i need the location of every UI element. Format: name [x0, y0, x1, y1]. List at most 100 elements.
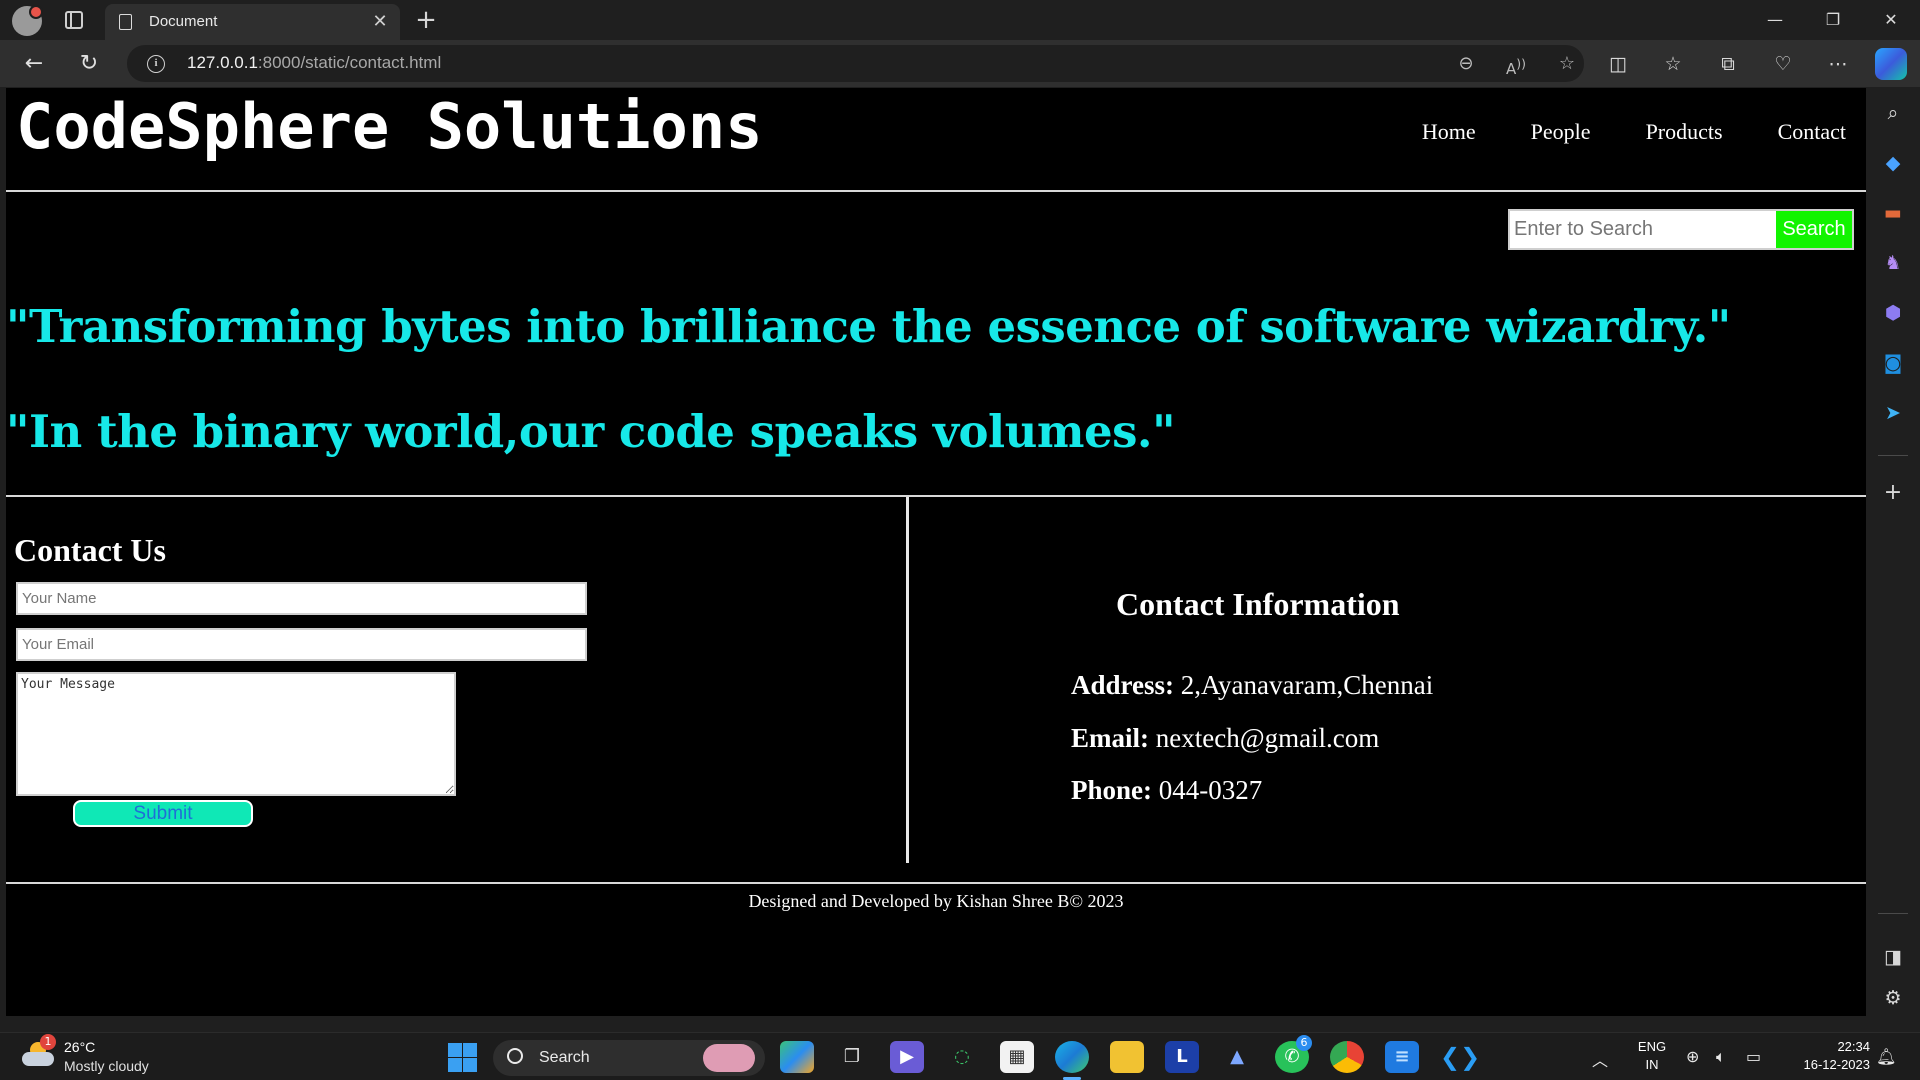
email-label: Email: [1071, 723, 1149, 753]
tagline-quote-1: "Transforming bytes into brilliance the … [6, 300, 1731, 353]
nav-people[interactable]: People [1531, 119, 1591, 145]
tab-title: Document [149, 13, 218, 30]
whatsapp-badge: 6 [1296, 1035, 1312, 1051]
edge-browser-icon[interactable] [1055, 1041, 1089, 1073]
arc-app-icon[interactable]: ▲ [1220, 1041, 1254, 1073]
browser-essentials-icon[interactable]: ♡ [1767, 48, 1799, 80]
drop-send-icon[interactable]: ➤ [1879, 399, 1907, 427]
submit-button[interactable]: Submit [73, 800, 253, 827]
search-input[interactable] [1508, 209, 1776, 250]
l-app-icon[interactable]: L [1165, 1041, 1199, 1073]
header-divider [6, 190, 1866, 192]
shopping-tag-icon[interactable]: ◆ [1879, 149, 1907, 177]
name-field[interactable] [16, 582, 587, 615]
add-sidebar-app-icon[interactable]: + [1879, 479, 1907, 507]
url-text[interactable]: 127.0.0.1:8000/static/contact.html [187, 53, 441, 73]
games-icon[interactable]: ♞ [1879, 249, 1907, 277]
notepad-icon[interactable]: ≡ [1385, 1041, 1419, 1073]
copilot-preview-app-icon[interactable] [780, 1041, 814, 1073]
profile-avatar-icon[interactable] [12, 5, 43, 36]
favorites-icon[interactable]: ☆ [1657, 48, 1689, 80]
section-divider [6, 495, 1866, 497]
close-tab-icon[interactable]: ✕ [368, 10, 392, 34]
email-field[interactable] [16, 628, 587, 661]
loading-app-icon[interactable]: ◌ [945, 1041, 979, 1073]
taskbar-search-label: Search [539, 1049, 590, 1066]
more-options-icon[interactable]: ⋯ [1822, 48, 1854, 80]
nav-products[interactable]: Products [1646, 119, 1723, 145]
microsoft-365-icon[interactable]: ⬢ [1879, 299, 1907, 327]
sidebar-search-icon[interactable]: ⌕ [1879, 99, 1907, 127]
browser-tab[interactable]: Document ✕ [105, 4, 400, 40]
address-value: 2,Ayanavaram,Chennai [1174, 670, 1434, 700]
address-row: Address: 2,Ayanavaram,Chennai [1071, 670, 1433, 701]
phone-value: 044-0327 [1152, 775, 1263, 805]
sidebar-divider [1878, 913, 1908, 914]
sidebar-divider [1878, 455, 1908, 456]
windows-taskbar: 1 26°C Mostly cloudy Search ❐ ▶ ◌ ▦ L ▲ … [0, 1032, 1920, 1080]
phone-row: Phone: 044-0327 [1071, 775, 1262, 806]
site-nav: Home People Products Contact [1422, 119, 1846, 145]
language-indicator[interactable]: ENG [1634, 1039, 1670, 1054]
search-button[interactable]: Search [1776, 209, 1854, 250]
nav-home[interactable]: Home [1422, 119, 1476, 145]
window-close-icon[interactable]: ✕ [1862, 0, 1920, 40]
file-explorer-icon[interactable] [1110, 1041, 1144, 1073]
temperature[interactable]: 26°C [64, 1039, 95, 1055]
tagline-quote-2: "In the binary world,our code speaks vol… [6, 405, 1176, 458]
restore-icon[interactable]: ❐ [1804, 0, 1862, 40]
browser-titlebar: Document ✕ + — ❐ ✕ [0, 0, 1920, 40]
read-aloud-icon[interactable]: A)) [1502, 50, 1530, 78]
zoom-out-icon[interactable]: ⊖ [1452, 50, 1480, 78]
footer-text: Designed and Developed by Kishan Shree B… [748, 891, 1124, 911]
sidebar-settings-gear-icon[interactable]: ⚙ [1879, 984, 1907, 1012]
copilot-icon[interactable] [1875, 48, 1907, 80]
message-field[interactable] [16, 672, 456, 796]
clock-date[interactable]: 16-12-2023 [1780, 1057, 1871, 1072]
search-form: Search [1508, 209, 1854, 250]
weather-condition[interactable]: Mostly cloudy [64, 1058, 149, 1074]
collections-icon[interactable]: ⧉ [1712, 48, 1744, 80]
contact-us-heading: Contact Us [14, 532, 166, 568]
back-arrow-icon[interactable]: ← [18, 48, 50, 80]
outlook-icon[interactable]: ◙ [1879, 349, 1907, 377]
email-value: nextech@gmail.com [1149, 723, 1380, 753]
browser-toolbar: ← ↻ i 127.0.0.1:8000/static/contact.html… [0, 40, 1920, 87]
microsoft-store-icon[interactable]: ▦ [1000, 1041, 1034, 1073]
web-page: CodeSphere Solutions Home People Product… [6, 88, 1866, 1016]
taskbar-search[interactable]: Search [493, 1040, 765, 1076]
volume-muted-icon[interactable]: 🔈︎ [1716, 1047, 1726, 1067]
site-info-icon[interactable]: i [147, 55, 165, 73]
clock-time[interactable]: 22:34 [1780, 1039, 1870, 1054]
teams-meet-icon[interactable]: ▶ [890, 1041, 924, 1073]
email-row: Email: nextech@gmail.com [1071, 723, 1379, 754]
search-highlight-icon [703, 1044, 755, 1072]
favorite-star-icon[interactable]: ☆ [1553, 50, 1581, 78]
vscode-icon[interactable]: ❮❯ [1440, 1041, 1480, 1073]
hide-sidebar-icon[interactable]: ◨ [1879, 943, 1907, 971]
chrome-icon[interactable] [1330, 1041, 1364, 1073]
tools-briefcase-icon[interactable]: ▬ [1879, 199, 1907, 227]
address-label: Address: [1071, 670, 1175, 700]
split-screen-icon[interactable]: ◫ [1602, 48, 1634, 80]
column-divider [906, 497, 909, 863]
new-tab-button[interactable]: + [410, 4, 442, 36]
address-bar[interactable]: i 127.0.0.1:8000/static/contact.html ⊖ A… [127, 45, 1584, 82]
footer-divider [6, 882, 1866, 884]
document-icon [119, 14, 132, 30]
show-hidden-icons-chevron-icon[interactable]: ︿ [1592, 1047, 1608, 1071]
nav-contact[interactable]: Contact [1778, 119, 1846, 145]
search-icon [507, 1048, 523, 1064]
minimize-icon[interactable]: — [1746, 0, 1804, 40]
edge-sidebar: ⌕ ◆ ▬ ♞ ⬢ ◙ ➤ + ◨ ⚙ [1866, 87, 1920, 1016]
task-view-icon[interactable]: ❐ [835, 1041, 869, 1073]
windows-start-icon[interactable] [445, 1041, 479, 1073]
region-indicator[interactable]: IN [1634, 1057, 1670, 1072]
weather-badge: 1 [40, 1034, 56, 1050]
network-globe-icon[interactable]: ⊕ [1686, 1047, 1699, 1066]
refresh-icon[interactable]: ↻ [73, 48, 105, 80]
battery-icon[interactable]: ▭ [1746, 1047, 1761, 1066]
site-title: CodeSphere Solutions [16, 90, 763, 163]
tab-actions-icon[interactable] [65, 11, 83, 29]
notification-bell-icon[interactable]: 🔔︎ [1876, 1047, 1896, 1066]
